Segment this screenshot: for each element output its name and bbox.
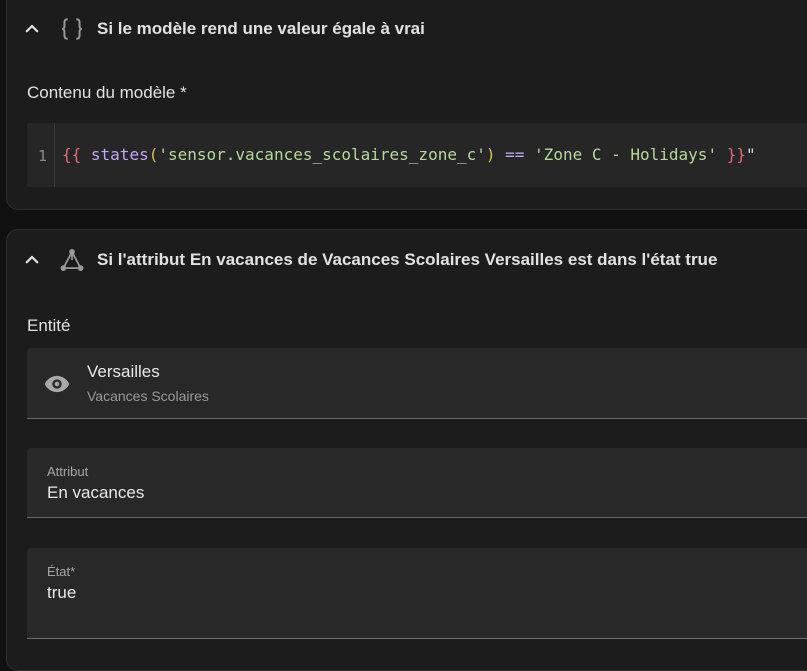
code-token: {{ — [62, 145, 82, 164]
code-token: 'sensor.vacances_scolaires_zone_c' — [158, 145, 486, 164]
code-line[interactable]: {{ states('sensor.vacances_scolaires_zon… — [62, 145, 756, 164]
entity-name: Versailles — [87, 362, 160, 381]
code-token: states — [90, 145, 149, 164]
attribute-value: En vacances — [47, 483, 145, 502]
code-token: ) — [485, 145, 496, 164]
code-token: ( — [148, 145, 159, 164]
line-number: 1 — [38, 147, 48, 165]
attribute-field[interactable]: Attribut En vacances — [27, 448, 807, 518]
entity-picker[interactable]: Versailles Vacances Scolaires — [27, 348, 807, 419]
template-condition-title: Si le modèle rend une valeur égale à vra… — [97, 19, 425, 38]
state-label: État* — [47, 564, 76, 579]
entity-label: Entité — [27, 316, 71, 335]
state-graph-icon — [59, 247, 85, 273]
attribute-label: Attribut — [47, 464, 89, 479]
state-condition-header[interactable]: Si l'attribut En vacances de Vacances Sc… — [7, 232, 807, 288]
state-condition-title: Si l'attribut En vacances de Vacances Sc… — [97, 250, 718, 269]
state-field[interactable]: État* true — [27, 548, 807, 639]
code-token: }} — [726, 145, 746, 164]
template-code-editor[interactable]: 1 {{ states('sensor.vacances_scolaires_z… — [27, 123, 807, 187]
template-content-label: Contenu du modèle * — [27, 83, 187, 102]
braces-icon — [59, 16, 85, 42]
state-value: true — [47, 583, 77, 602]
code-token: 'Zone C - Holidays' — [534, 145, 718, 164]
template-condition-card: Si le modèle rend une valeur égale à vra… — [6, 0, 807, 210]
chevron-up-icon[interactable] — [23, 251, 41, 269]
chevron-up-icon[interactable] — [23, 20, 41, 38]
code-token: == — [505, 145, 525, 164]
entity-subtitle: Vacances Scolaires — [87, 388, 209, 404]
code-gutter: 1 — [27, 123, 55, 187]
code-token: " — [745, 145, 756, 164]
eye-icon — [43, 370, 71, 398]
template-condition-header[interactable]: Si le modèle rend une valeur égale à vra… — [7, 1, 807, 57]
state-condition-card: Si l'attribut En vacances de Vacances Sc… — [6, 229, 807, 671]
